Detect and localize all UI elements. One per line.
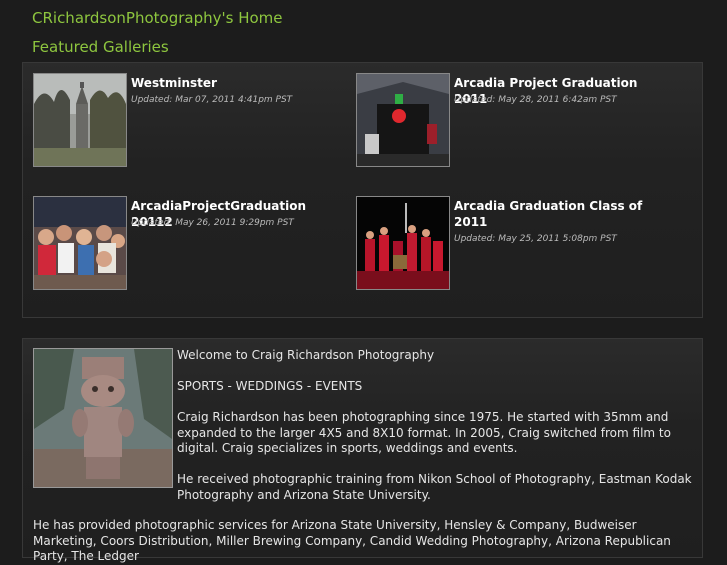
gallery-thumbnail[interactable] [33, 73, 127, 167]
gallery-thumbnail[interactable] [33, 196, 127, 290]
gallery-updated: Updated: May 26, 2011 9:29pm PST [131, 218, 294, 228]
welcome-paragraph-3: He has provided photographic services fo… [33, 518, 671, 563]
gallery-updated: Updated: May 28, 2011 6:42am PST [454, 95, 617, 105]
gallery-title[interactable]: Arcadia Graduation Class of 2011 [454, 198, 664, 230]
welcome-paragraph-1: Craig Richardson has been photographing … [177, 410, 671, 455]
welcome-tagline: SPORTS - WEDDINGS - EVENTS [177, 379, 363, 393]
gallery-thumbnail[interactable] [356, 196, 450, 290]
gallery-updated: Updated: Mar 07, 2011 4:41pm PST [131, 95, 293, 105]
featured-galleries-heading: Featured Galleries [32, 38, 169, 56]
site-title[interactable]: CRichardsonPhotography's Home [32, 9, 283, 27]
gallery-updated: Updated: May 25, 2011 5:08pm PST [454, 234, 617, 244]
gallery-item-arcadia-project-graduation-20112[interactable]: ArcadiaProjectGraduation 20112 Updated: … [33, 196, 353, 291]
welcome-paragraph-2: He received photographic training from N… [177, 472, 692, 502]
gallery-item-westminster[interactable]: Westminster Updated: Mar 07, 2011 4:41pm… [33, 73, 353, 168]
gallery-item-arcadia-graduation-class-of-2011[interactable]: Arcadia Graduation Class of 2011 Updated… [356, 196, 676, 291]
featured-galleries-panel: Westminster Updated: Mar 07, 2011 4:41pm… [22, 62, 703, 318]
welcome-photo [33, 348, 173, 488]
gallery-thumbnail[interactable] [356, 73, 450, 167]
welcome-intro: Welcome to Craig Richardson Photography [177, 348, 435, 362]
welcome-panel: Welcome to Craig Richardson Photography … [22, 338, 703, 563]
gallery-item-arcadia-project-graduation-2011[interactable]: Arcadia Project Graduation 2011 Updated:… [356, 73, 676, 168]
gallery-title[interactable]: Westminster [131, 75, 341, 91]
